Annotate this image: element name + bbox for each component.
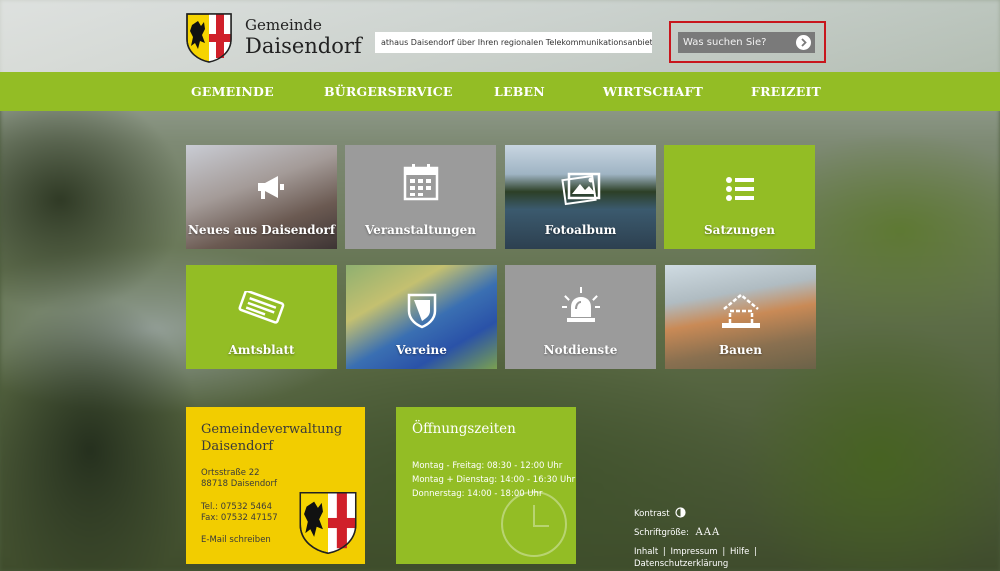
- tile-bauen[interactable]: Bauen: [665, 265, 816, 369]
- list-icon: [725, 177, 754, 205]
- search-submit-icon[interactable]: [796, 35, 811, 50]
- fontsize-options[interactable]: AAA: [696, 527, 721, 538]
- admin-title-line1: Gemeindeverwaltung: [201, 422, 343, 437]
- shield-icon: [407, 293, 437, 333]
- brand-title[interactable]: Daisendorf: [245, 34, 362, 58]
- nav-buergerservice[interactable]: BÜRGERSERVICE: [324, 72, 453, 111]
- opening-hours-box: Öffnungszeiten Montag - Freitag: 08:30 -…: [396, 407, 576, 564]
- separator: |: [662, 547, 666, 557]
- tile-vereine[interactable]: Vereine: [346, 265, 497, 369]
- house-icon: [720, 291, 762, 333]
- tile-label: Veranstaltungen: [364, 223, 477, 237]
- link-hilfe[interactable]: Hilfe: [730, 547, 749, 557]
- link-datenschutz[interactable]: Datenschutzerklärung: [634, 559, 728, 569]
- tile-label: Satzungen: [704, 223, 775, 237]
- separator: |: [754, 547, 757, 557]
- tile-label: Vereine: [396, 343, 447, 357]
- tile-veranstaltungen[interactable]: Veranstaltungen: [345, 145, 496, 249]
- link-inhalt[interactable]: Inhalt: [634, 547, 658, 557]
- tile-label: Fotoalbum: [544, 223, 617, 237]
- newspaper-icon: [237, 289, 287, 329]
- calendar-icon: [403, 163, 439, 205]
- admin-tel[interactable]: Tel.: 07532 5464: [201, 502, 272, 512]
- tile-label: Neues aus Daisendorf: [187, 223, 336, 237]
- contrast-toggle[interactable]: Kontrast: [634, 507, 686, 519]
- admin-title-line2: Daisendorf: [201, 439, 274, 454]
- admin-fax: Fax: 07532 47157: [201, 513, 278, 523]
- site-header: Gemeinde Daisendorf athaus Daisendorf üb…: [0, 0, 1000, 72]
- brand-subtitle: Gemeinde: [245, 16, 322, 34]
- contrast-label: Kontrast: [634, 509, 670, 519]
- nav-leben[interactable]: LEBEN: [494, 72, 545, 111]
- hours-line: Montag - Freitag: 08:30 - 12:00 Uhr: [412, 461, 563, 471]
- fontsize-label: Schriftgröße:: [634, 528, 689, 538]
- search-input[interactable]: Was suchen Sie?: [678, 32, 815, 53]
- hours-title: Öffnungszeiten: [412, 421, 516, 437]
- clock-icon: [499, 489, 569, 563]
- tile-neues[interactable]: Neues aus Daisendorf: [186, 145, 337, 249]
- fontsize-control: Schriftgröße: AAA: [634, 527, 720, 538]
- nav-freizeit[interactable]: FREIZEIT: [751, 72, 821, 111]
- admin-street: Ortsstraße 22: [201, 468, 260, 478]
- megaphone-icon: [256, 173, 286, 205]
- siren-icon: [561, 287, 600, 327]
- tile-amtsblatt[interactable]: Amtsblatt: [186, 265, 337, 369]
- coat-of-arms-icon: [299, 491, 357, 559]
- tile-label: Notdienste: [543, 343, 618, 357]
- admin-contact-box: Gemeindeverwaltung Daisendorf Ortsstraße…: [186, 407, 365, 564]
- tile-fotoalbum[interactable]: Fotoalbum: [505, 145, 656, 249]
- hours-line: Montag + Dienstag: 14:00 - 16:30 Uhr: [412, 475, 576, 485]
- nav-wirtschaft[interactable]: WIRTSCHAFT: [603, 72, 703, 111]
- nav-gemeinde[interactable]: GEMEINDE: [191, 72, 274, 111]
- tile-notdienste[interactable]: Notdienste: [505, 265, 656, 369]
- coat-of-arms-logo[interactable]: [186, 13, 232, 63]
- search-placeholder: Was suchen Sie?: [683, 37, 767, 48]
- photo-icon: [560, 169, 601, 211]
- tile-satzungen[interactable]: Satzungen: [664, 145, 815, 249]
- separator: |: [722, 547, 726, 557]
- link-impressum[interactable]: Impressum: [670, 547, 717, 557]
- tile-label: Amtsblatt: [228, 343, 295, 357]
- tile-label: Bauen: [718, 343, 762, 357]
- footer-links: Inhalt | Impressum | Hilfe | Datenschutz…: [634, 546, 759, 570]
- admin-title: Gemeindeverwaltung Daisendorf: [201, 421, 342, 455]
- admin-city: 88718 Daisendorf: [201, 479, 277, 489]
- contrast-icon: [675, 507, 686, 518]
- main-nav: GEMEINDE BÜRGERSERVICE LEBEN WIRTSCHAFT …: [0, 72, 1000, 111]
- email-link[interactable]: E-Mail schreiben: [201, 535, 271, 545]
- news-ticker[interactable]: athaus Daisendorf über Ihren regionalen …: [375, 32, 652, 53]
